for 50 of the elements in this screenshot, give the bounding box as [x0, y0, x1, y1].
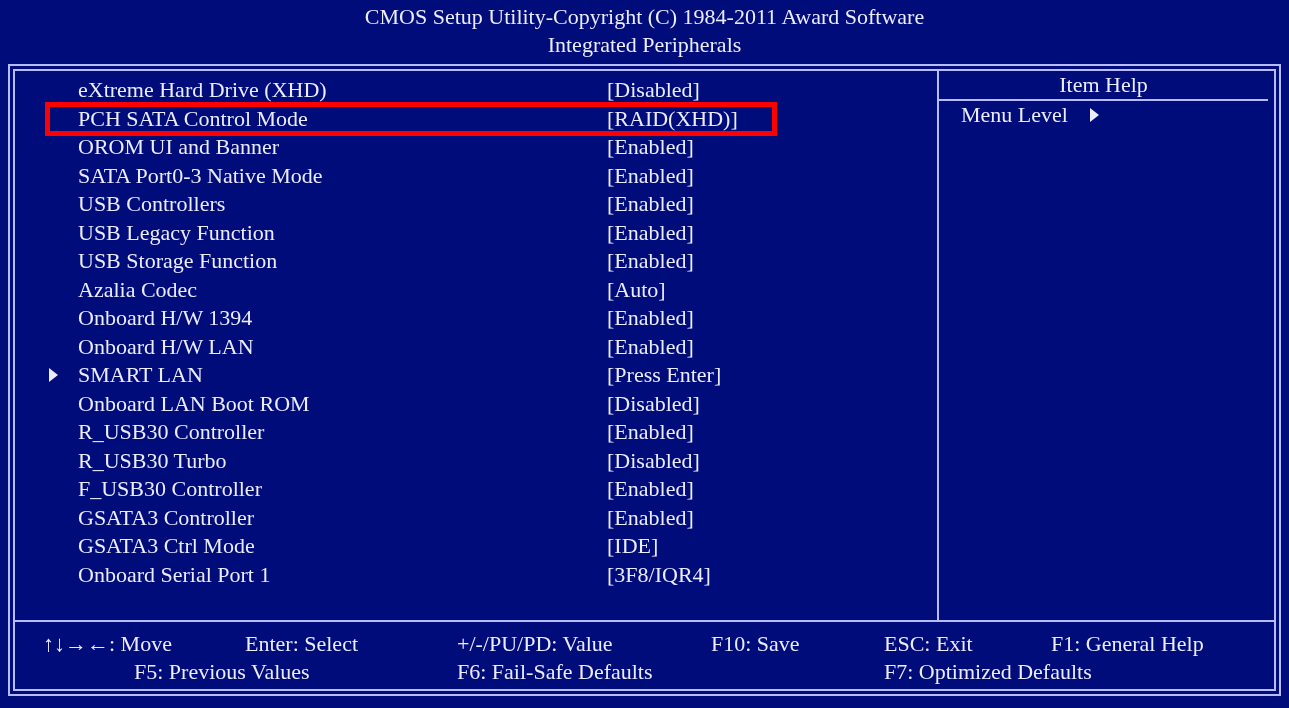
- key-hint: F1: General Help: [1051, 630, 1204, 658]
- setting-label[interactable]: SMART LAN: [78, 363, 607, 388]
- setting-value[interactable]: [Auto]: [607, 277, 666, 302]
- key-hint: +/-/PU/PD: Value: [457, 630, 613, 658]
- setting-value[interactable]: [Press Enter]: [607, 363, 722, 388]
- setting-value[interactable]: [Disabled]: [607, 448, 700, 473]
- setting-value[interactable]: [Enabled]: [607, 505, 694, 530]
- setting-value[interactable]: [Enabled]: [607, 220, 694, 245]
- setting-value[interactable]: [Enabled]: [607, 420, 694, 445]
- setting-label[interactable]: Onboard H/W 1394: [78, 306, 607, 331]
- item-help-title: Item Help: [1059, 71, 1148, 99]
- setting-value[interactable]: [Disabled]: [607, 78, 700, 103]
- setting-label[interactable]: USB Controllers: [78, 192, 607, 217]
- setting-value[interactable]: [IDE]: [607, 534, 659, 559]
- setting-value[interactable]: [3F8/IQR4]: [607, 562, 711, 587]
- key-hint: F7: Optimized Defaults: [884, 658, 1092, 686]
- menu-level-label: Menu Level: [961, 101, 1068, 129]
- setting-label[interactable]: F_USB30 Controller: [78, 477, 607, 502]
- key-hint: ↑↓→←: Move: [43, 630, 172, 658]
- window-title: CMOS Setup Utility-Copyright (C) 1984-2011 Award Software: [364, 3, 925, 31]
- setting-label[interactable]: GSATA3 Controller: [78, 505, 607, 530]
- triangle-icon: [1089, 108, 1099, 122]
- setting-label[interactable]: USB Legacy Function: [78, 220, 607, 245]
- setting-label[interactable]: Azalia Codec: [78, 277, 607, 302]
- setting-label[interactable]: Onboard LAN Boot ROM: [78, 391, 607, 416]
- setting-value[interactable]: [Enabled]: [607, 135, 694, 160]
- setting-label[interactable]: Onboard Serial Port 1: [78, 562, 607, 587]
- setting-label[interactable]: R_USB30 Turbo: [78, 448, 607, 473]
- setting-label[interactable]: eXtreme Hard Drive (XHD): [78, 78, 607, 103]
- setting-label[interactable]: GSATA3 Ctrl Mode: [78, 534, 607, 559]
- setting-label[interactable]: SATA Port0-3 Native Mode: [78, 163, 607, 188]
- setting-label[interactable]: USB Storage Function: [78, 249, 607, 274]
- page-title: Integrated Peripherals: [547, 31, 742, 59]
- key-hint: Enter: Select: [245, 630, 358, 658]
- setting-value[interactable]: [Enabled]: [607, 163, 694, 188]
- setting-label[interactable]: PCH SATA Control Mode: [78, 106, 607, 131]
- setting-value[interactable]: [Enabled]: [607, 477, 694, 502]
- key-hint: F6: Fail-Safe Defaults: [457, 658, 653, 686]
- setting-label[interactable]: OROM UI and Banner: [78, 135, 607, 160]
- setting-label[interactable]: Onboard H/W LAN: [78, 334, 607, 359]
- key-hint: ESC: Exit: [884, 630, 973, 658]
- setting-value[interactable]: [Enabled]: [607, 334, 694, 359]
- setting-value[interactable]: [Disabled]: [607, 391, 700, 416]
- key-hint: F10: Save: [711, 630, 800, 658]
- setting-label[interactable]: R_USB30 Controller: [78, 420, 607, 445]
- setting-value[interactable]: [Enabled]: [607, 306, 694, 331]
- setting-value[interactable]: [Enabled]: [607, 249, 694, 274]
- setting-value[interactable]: [Enabled]: [607, 192, 694, 217]
- setting-value[interactable]: [RAID(XHD)]: [607, 106, 738, 131]
- key-hint: F5: Previous Values: [134, 658, 310, 686]
